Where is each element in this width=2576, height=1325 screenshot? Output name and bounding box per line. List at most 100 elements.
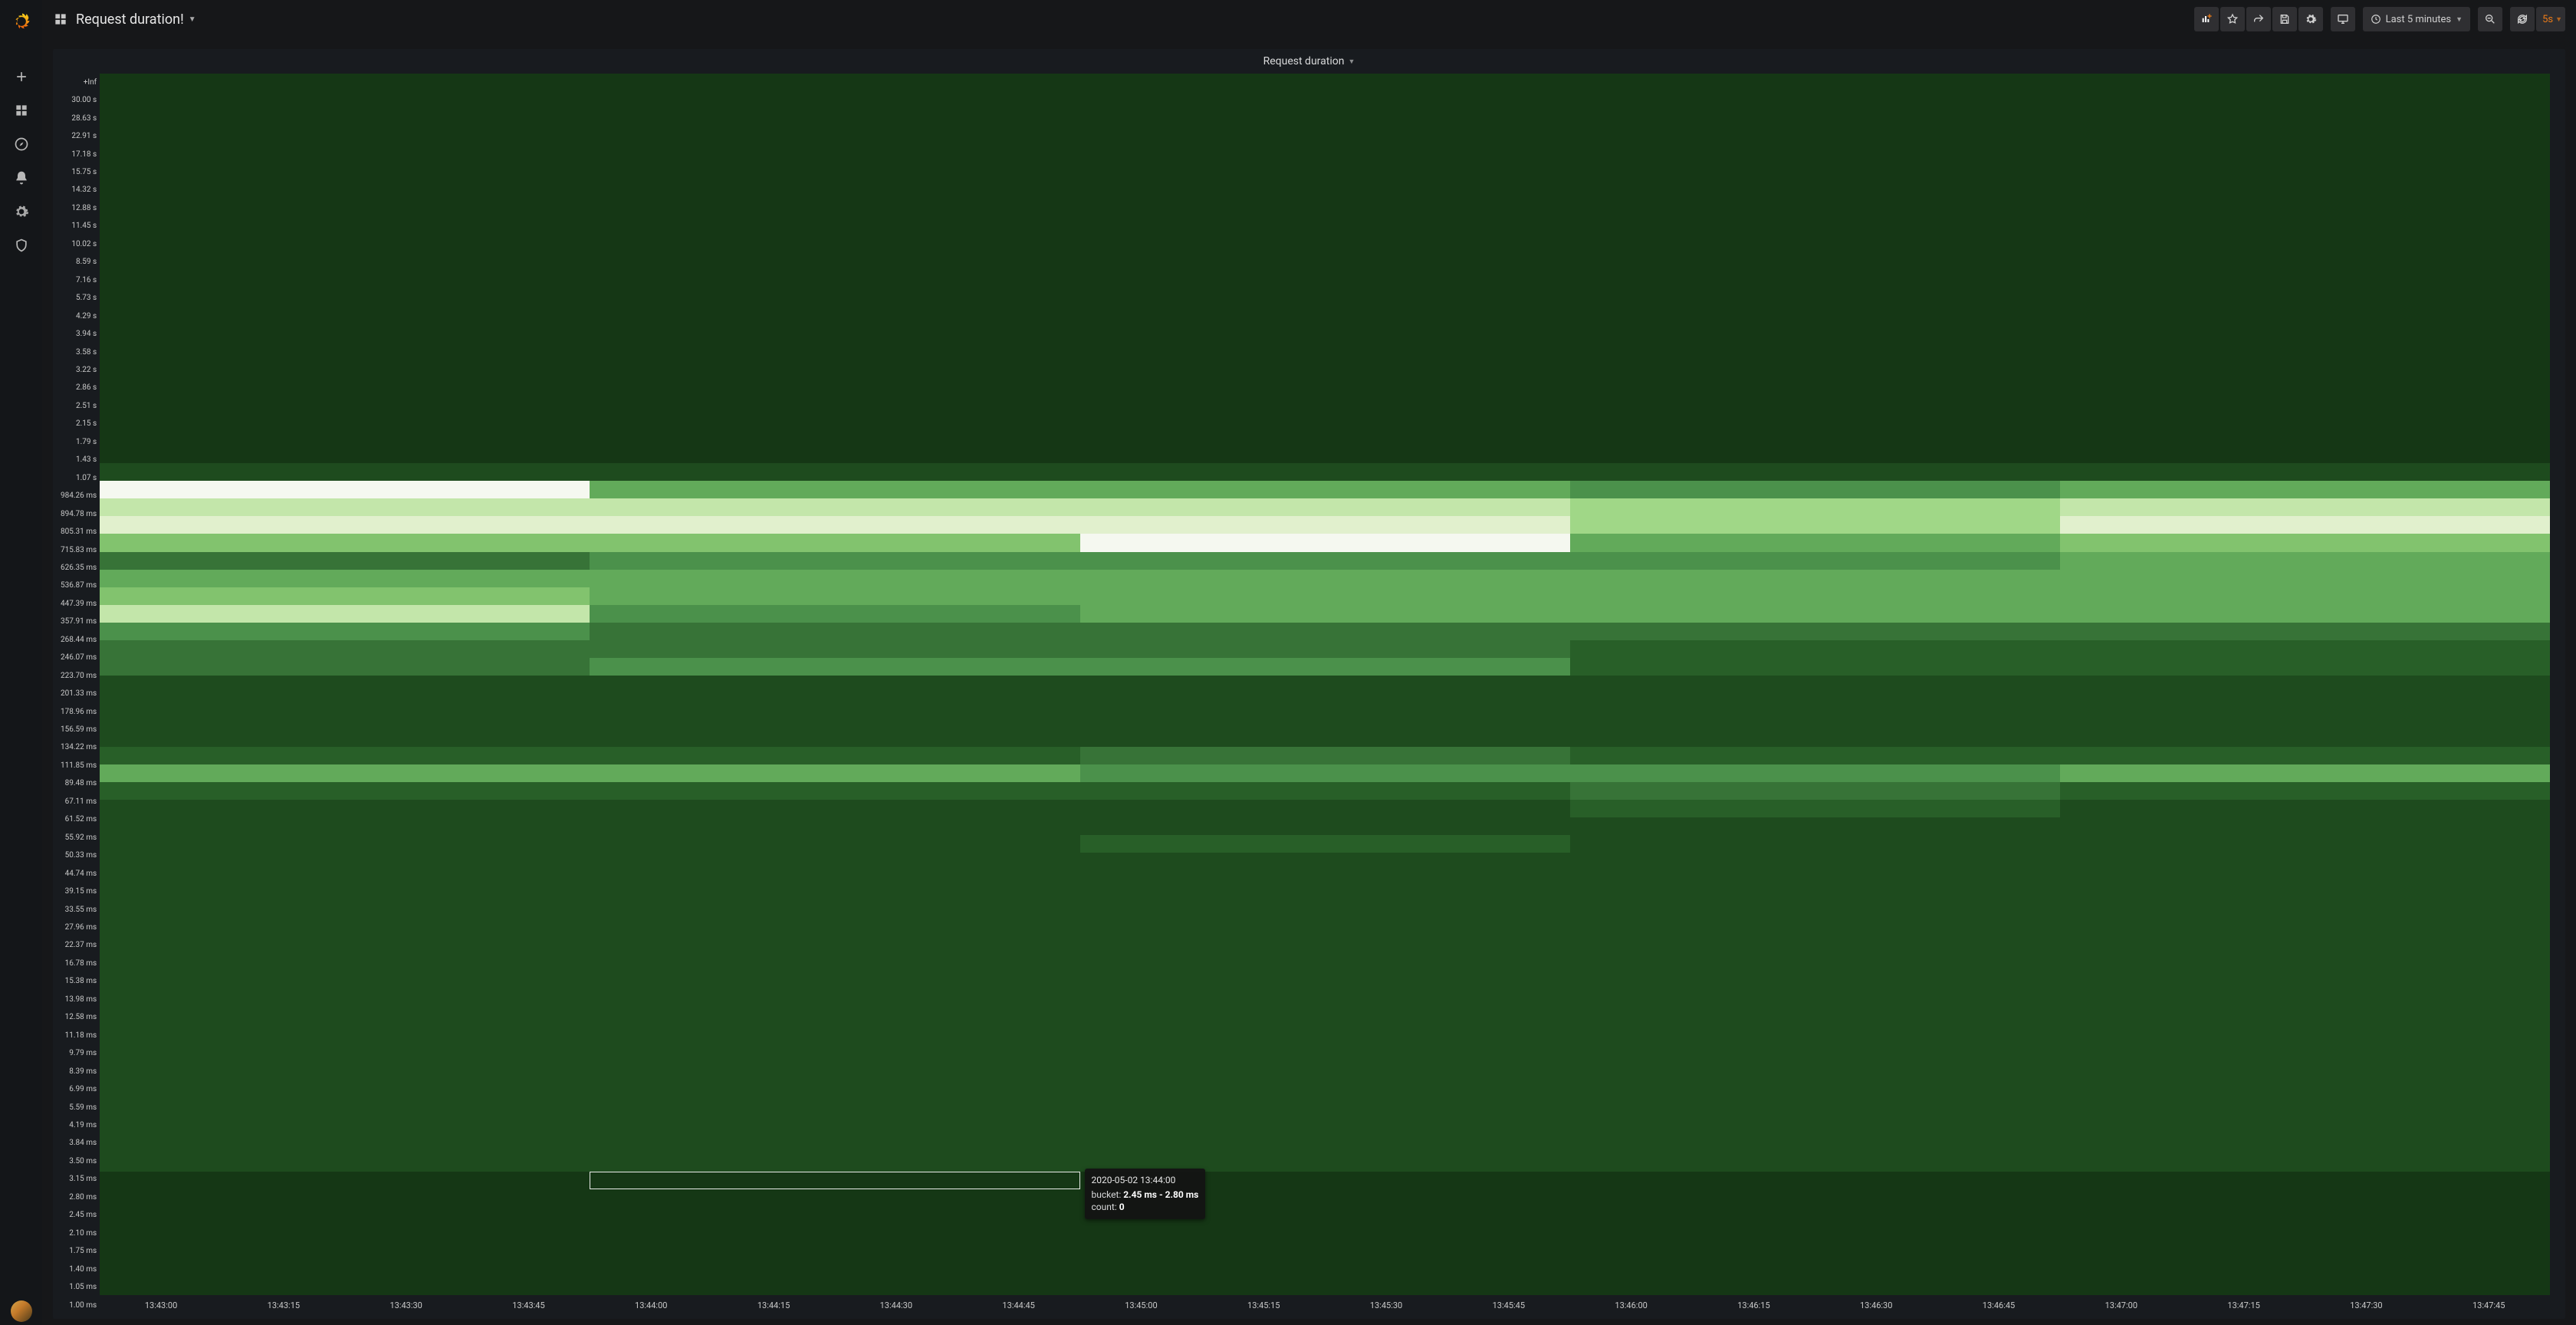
heatmap-cell[interactable] bbox=[2060, 1119, 2550, 1136]
heatmap-cell[interactable] bbox=[1080, 481, 1570, 498]
heatmap-cell[interactable] bbox=[1570, 286, 2060, 304]
heatmap-cell[interactable] bbox=[2060, 410, 2550, 428]
heatmap-cell[interactable] bbox=[590, 1154, 1079, 1172]
heatmap-cell[interactable] bbox=[1570, 481, 2060, 498]
heatmap-cell[interactable] bbox=[100, 109, 590, 127]
heatmap-cell[interactable] bbox=[100, 888, 590, 906]
heatmap-cell[interactable] bbox=[1570, 1260, 2060, 1277]
heatmap-cell[interactable] bbox=[100, 1242, 590, 1260]
heatmap-cell[interactable] bbox=[590, 304, 1079, 321]
heatmap-cell[interactable] bbox=[1080, 1225, 1570, 1242]
heatmap-cell[interactable] bbox=[1080, 180, 1570, 198]
heatmap-cell[interactable] bbox=[590, 268, 1079, 286]
heatmap-cell[interactable] bbox=[100, 782, 590, 800]
heatmap-cell[interactable] bbox=[2060, 1083, 2550, 1100]
heatmap-cell[interactable] bbox=[100, 1047, 590, 1065]
nav-configuration[interactable] bbox=[6, 196, 37, 227]
refresh-button[interactable] bbox=[2510, 7, 2535, 31]
heatmap-cell[interactable] bbox=[1080, 1083, 1570, 1100]
heatmap-cell[interactable] bbox=[100, 728, 590, 746]
heatmap-cell[interactable] bbox=[1080, 215, 1570, 233]
heatmap-cell[interactable] bbox=[590, 215, 1079, 233]
heatmap-cell[interactable] bbox=[1570, 888, 2060, 906]
heatmap-cell[interactable] bbox=[590, 321, 1079, 339]
heatmap-cell[interactable] bbox=[1570, 339, 2060, 357]
heatmap-cell[interactable] bbox=[1570, 1225, 2060, 1242]
heatmap-cell[interactable] bbox=[1080, 127, 1570, 144]
heatmap-cell[interactable] bbox=[1570, 853, 2060, 870]
heatmap-cell[interactable] bbox=[590, 870, 1079, 888]
heatmap-cell[interactable] bbox=[2060, 623, 2550, 640]
heatmap-cell[interactable] bbox=[1570, 1119, 2060, 1136]
heatmap-cell[interactable] bbox=[2060, 251, 2550, 268]
heatmap-cell[interactable] bbox=[2060, 747, 2550, 764]
heatmap-cell[interactable] bbox=[590, 180, 1079, 198]
heatmap-cell[interactable] bbox=[1570, 215, 2060, 233]
heatmap-cell[interactable] bbox=[2060, 516, 2550, 534]
heatmap-cell[interactable] bbox=[2060, 942, 2550, 959]
heatmap-cell[interactable] bbox=[590, 1065, 1079, 1083]
heatmap-cell[interactable] bbox=[590, 1260, 1079, 1277]
heatmap-cell[interactable] bbox=[2060, 870, 2550, 888]
heatmap-cell[interactable] bbox=[1080, 357, 1570, 375]
heatmap-cell[interactable] bbox=[100, 924, 590, 942]
heatmap-cell[interactable] bbox=[100, 570, 590, 587]
heatmap-cell[interactable] bbox=[1080, 764, 1570, 782]
heatmap-cell[interactable] bbox=[100, 1030, 590, 1047]
heatmap-cell[interactable] bbox=[100, 162, 590, 179]
heatmap-cell[interactable] bbox=[1080, 1260, 1570, 1277]
user-avatar[interactable] bbox=[11, 1300, 32, 1322]
heatmap-cell[interactable] bbox=[2060, 1189, 2550, 1207]
heatmap-cell[interactable] bbox=[1080, 410, 1570, 428]
time-range-picker[interactable]: Last 5 minutes ▼ bbox=[2363, 7, 2470, 31]
heatmap-plot[interactable] bbox=[100, 74, 2550, 1296]
heatmap-cell[interactable] bbox=[1570, 534, 2060, 551]
heatmap-cell[interactable] bbox=[590, 1030, 1079, 1047]
heatmap-cell[interactable] bbox=[1570, 587, 2060, 605]
heatmap-cell[interactable] bbox=[1080, 782, 1570, 800]
heatmap-cell[interactable] bbox=[2060, 304, 2550, 321]
heatmap-cell[interactable] bbox=[100, 835, 590, 853]
heatmap-cell[interactable] bbox=[1080, 463, 1570, 481]
heatmap-cell[interactable] bbox=[100, 516, 590, 534]
heatmap-cell[interactable] bbox=[590, 516, 1079, 534]
heatmap-cell[interactable] bbox=[1080, 747, 1570, 764]
heatmap-cell[interactable] bbox=[100, 764, 590, 782]
heatmap-cell[interactable] bbox=[2060, 570, 2550, 587]
heatmap-cell[interactable] bbox=[590, 1189, 1079, 1207]
star-button[interactable] bbox=[2220, 7, 2245, 31]
heatmap-cell[interactable] bbox=[2060, 481, 2550, 498]
heatmap-cell[interactable] bbox=[1570, 924, 2060, 942]
heatmap-cell[interactable] bbox=[100, 251, 590, 268]
heatmap-cell[interactable] bbox=[590, 91, 1079, 109]
heatmap-cell[interactable] bbox=[2060, 1030, 2550, 1047]
heatmap-cell[interactable] bbox=[1570, 942, 2060, 959]
heatmap-cell[interactable] bbox=[1570, 711, 2060, 728]
heatmap-cell[interactable] bbox=[590, 942, 1079, 959]
heatmap-cell[interactable] bbox=[1570, 728, 2060, 746]
heatmap-cell[interactable] bbox=[2060, 180, 2550, 198]
heatmap-cell[interactable] bbox=[100, 393, 590, 410]
heatmap-cell[interactable] bbox=[590, 977, 1079, 995]
heatmap-cell[interactable] bbox=[1570, 1277, 2060, 1295]
heatmap-cell[interactable] bbox=[1080, 91, 1570, 109]
heatmap-cell[interactable] bbox=[2060, 1100, 2550, 1118]
heatmap-cell[interactable] bbox=[1570, 268, 2060, 286]
heatmap-cell[interactable] bbox=[2060, 1154, 2550, 1172]
heatmap-cell[interactable] bbox=[1080, 552, 1570, 570]
heatmap-cell[interactable] bbox=[100, 995, 590, 1012]
heatmap-cell[interactable] bbox=[1570, 870, 2060, 888]
heatmap-cell[interactable] bbox=[2060, 924, 2550, 942]
heatmap-cell[interactable] bbox=[2060, 1047, 2550, 1065]
heatmap-cell[interactable] bbox=[1080, 498, 1570, 516]
heatmap-cell[interactable] bbox=[100, 1012, 590, 1030]
heatmap-cell[interactable] bbox=[590, 676, 1079, 693]
heatmap-cell[interactable] bbox=[100, 870, 590, 888]
heatmap-cell[interactable] bbox=[590, 144, 1079, 162]
nav-create[interactable] bbox=[6, 61, 37, 92]
heatmap-cell[interactable] bbox=[100, 817, 590, 835]
heatmap-cell[interactable] bbox=[1570, 959, 2060, 977]
heatmap-cell[interactable] bbox=[1570, 906, 2060, 923]
heatmap-cell[interactable] bbox=[2060, 676, 2550, 693]
heatmap-cell[interactable] bbox=[2060, 888, 2550, 906]
